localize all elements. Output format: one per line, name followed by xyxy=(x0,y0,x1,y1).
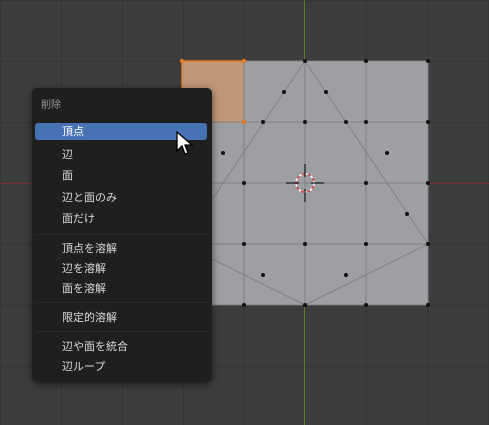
menu-item-dissolve-vertices[interactable]: 頂点を溶解 xyxy=(35,240,207,257)
menu-item-only-faces[interactable]: 面だけ xyxy=(35,210,207,227)
menu-item-limited-dissolve[interactable]: 限定的溶解 xyxy=(35,309,207,326)
menu-separator xyxy=(35,234,209,235)
menu-item-collapse-edges-faces[interactable]: 辺や面を統合 xyxy=(35,338,207,355)
menu-item-dissolve-edges[interactable]: 辺を溶解 xyxy=(35,260,207,277)
menu-item-dissolve-faces[interactable]: 面を溶解 xyxy=(35,280,207,297)
menu-item-only-edges-faces[interactable]: 辺と面のみ xyxy=(35,189,207,206)
menu-title: 削除 xyxy=(41,100,61,111)
menu-separator xyxy=(35,331,209,332)
menu-separator xyxy=(35,302,209,303)
menu-item-delete-faces[interactable]: 面 xyxy=(35,167,207,184)
3d-viewport[interactable]: 削除 頂点 辺 面 辺と面のみ 面だけ 頂点を溶解 辺を溶解 面を溶解 限定的溶… xyxy=(0,0,489,425)
menu-item-edge-loops[interactable]: 辺ループ xyxy=(35,358,207,375)
arrow-cursor-icon xyxy=(176,131,194,155)
